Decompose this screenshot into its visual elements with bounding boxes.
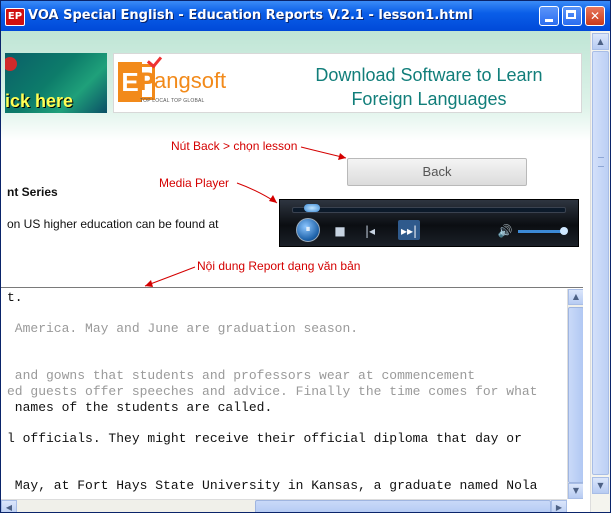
- seek-bar[interactable]: [292, 207, 566, 213]
- app-icon[interactable]: EP: [5, 8, 25, 26]
- annotation-report: Nội dung Report dạng văn bản: [197, 259, 361, 273]
- report-vscroll-thumb[interactable]: [568, 307, 583, 483]
- close-button[interactable]: ✕: [585, 6, 605, 26]
- arrow-to-player: [236, 182, 278, 204]
- logo-tagline: TOP LOCAL TOP GLOBAL: [140, 98, 205, 104]
- click-here-banner[interactable]: ick here: [5, 53, 107, 113]
- seek-thumb[interactable]: [304, 204, 320, 212]
- media-player[interactable]: ⏸ ■ |◂ ▸▸| 🔊: [279, 199, 579, 247]
- page-scroll-up-icon[interactable]: ▲: [592, 33, 609, 50]
- title-bar[interactable]: EP VOA Special English - Education Repor…: [1, 1, 610, 31]
- app-window: EP VOA Special English - Education Repor…: [0, 0, 611, 513]
- report-line: May, at Fort Hays State University in Ka…: [7, 478, 538, 493]
- report-line: ed guests offer speeches and advice. Fin…: [7, 384, 538, 399]
- arrowhead-report: [145, 280, 153, 287]
- page-vertical-scrollbar[interactable]: ▲ ▼: [590, 31, 610, 512]
- report-line: l officials. They might receive their of…: [7, 431, 522, 446]
- next-button[interactable]: ▸▸|: [398, 220, 420, 240]
- previous-button[interactable]: |◂: [360, 220, 380, 240]
- maximize-icon: [566, 10, 576, 19]
- pause-button[interactable]: ⏸: [296, 218, 320, 242]
- back-button[interactable]: Back: [347, 158, 527, 186]
- click-here-text: ick here: [5, 91, 74, 111]
- arrow-to-back: [300, 146, 347, 159]
- annotation-back: Nút Back > chọn lesson: [171, 139, 298, 153]
- report-line: and gowns that students and professors w…: [7, 368, 476, 383]
- stop-button[interactable]: ■: [330, 220, 350, 240]
- scroll-up-arrow-icon[interactable]: ▲: [568, 289, 583, 305]
- report-vertical-scrollbar[interactable]: ▲ ▼: [567, 289, 583, 499]
- logo-p: P: [138, 64, 156, 100]
- epangsoft-ad-banner[interactable]: E P angsoft TOP LOCAL TOP GLOBAL Downloa…: [113, 52, 582, 113]
- ball-icon: [5, 57, 17, 71]
- report-line: names of the students are called.: [7, 400, 273, 415]
- grip-icon: [598, 157, 604, 167]
- minimize-icon: [545, 19, 553, 22]
- volume-thumb[interactable]: [560, 227, 568, 235]
- report-hscroll-thumb[interactable]: [255, 500, 551, 512]
- minimize-button[interactable]: [539, 6, 559, 26]
- arrowhead-player: [269, 195, 277, 203]
- scroll-right-arrow-icon[interactable]: ▶: [551, 500, 567, 512]
- scroll-down-arrow-icon[interactable]: ▼: [568, 483, 583, 499]
- close-icon: ✕: [589, 9, 601, 23]
- report-horizontal-scrollbar[interactable]: ◀ ▶: [1, 499, 567, 512]
- page-scroll-down-icon[interactable]: ▼: [592, 477, 609, 494]
- annotation-media-player: Media Player: [159, 176, 230, 190]
- main-content: ick here E P angsoft TOP LOCAL TOP GLOBA…: [1, 31, 590, 512]
- scroll-left-arrow-icon[interactable]: ◀: [1, 500, 17, 512]
- series-title: nt Series: [7, 185, 58, 199]
- window-title: VOA Special English - Education Reports …: [28, 8, 473, 23]
- maximize-button[interactable]: [562, 6, 582, 26]
- volume-icon[interactable]: 🔊: [496, 220, 514, 240]
- report-line: t.: [7, 290, 23, 305]
- page-scroll-thumb[interactable]: [592, 51, 609, 475]
- arrowhead-back: [338, 153, 346, 160]
- volume-slider[interactable]: [518, 230, 564, 233]
- report-text-area[interactable]: t. America. May and June are graduation …: [1, 287, 583, 512]
- ad-headline: Download Software to Learn Foreign Langu…: [315, 65, 543, 109]
- report-line: America. May and June are graduation sea…: [7, 321, 359, 336]
- intro-text: on US higher education can be found at: [7, 217, 219, 231]
- arrow-to-report: [144, 266, 196, 287]
- logo-wordmark: angsoft: [154, 68, 227, 93]
